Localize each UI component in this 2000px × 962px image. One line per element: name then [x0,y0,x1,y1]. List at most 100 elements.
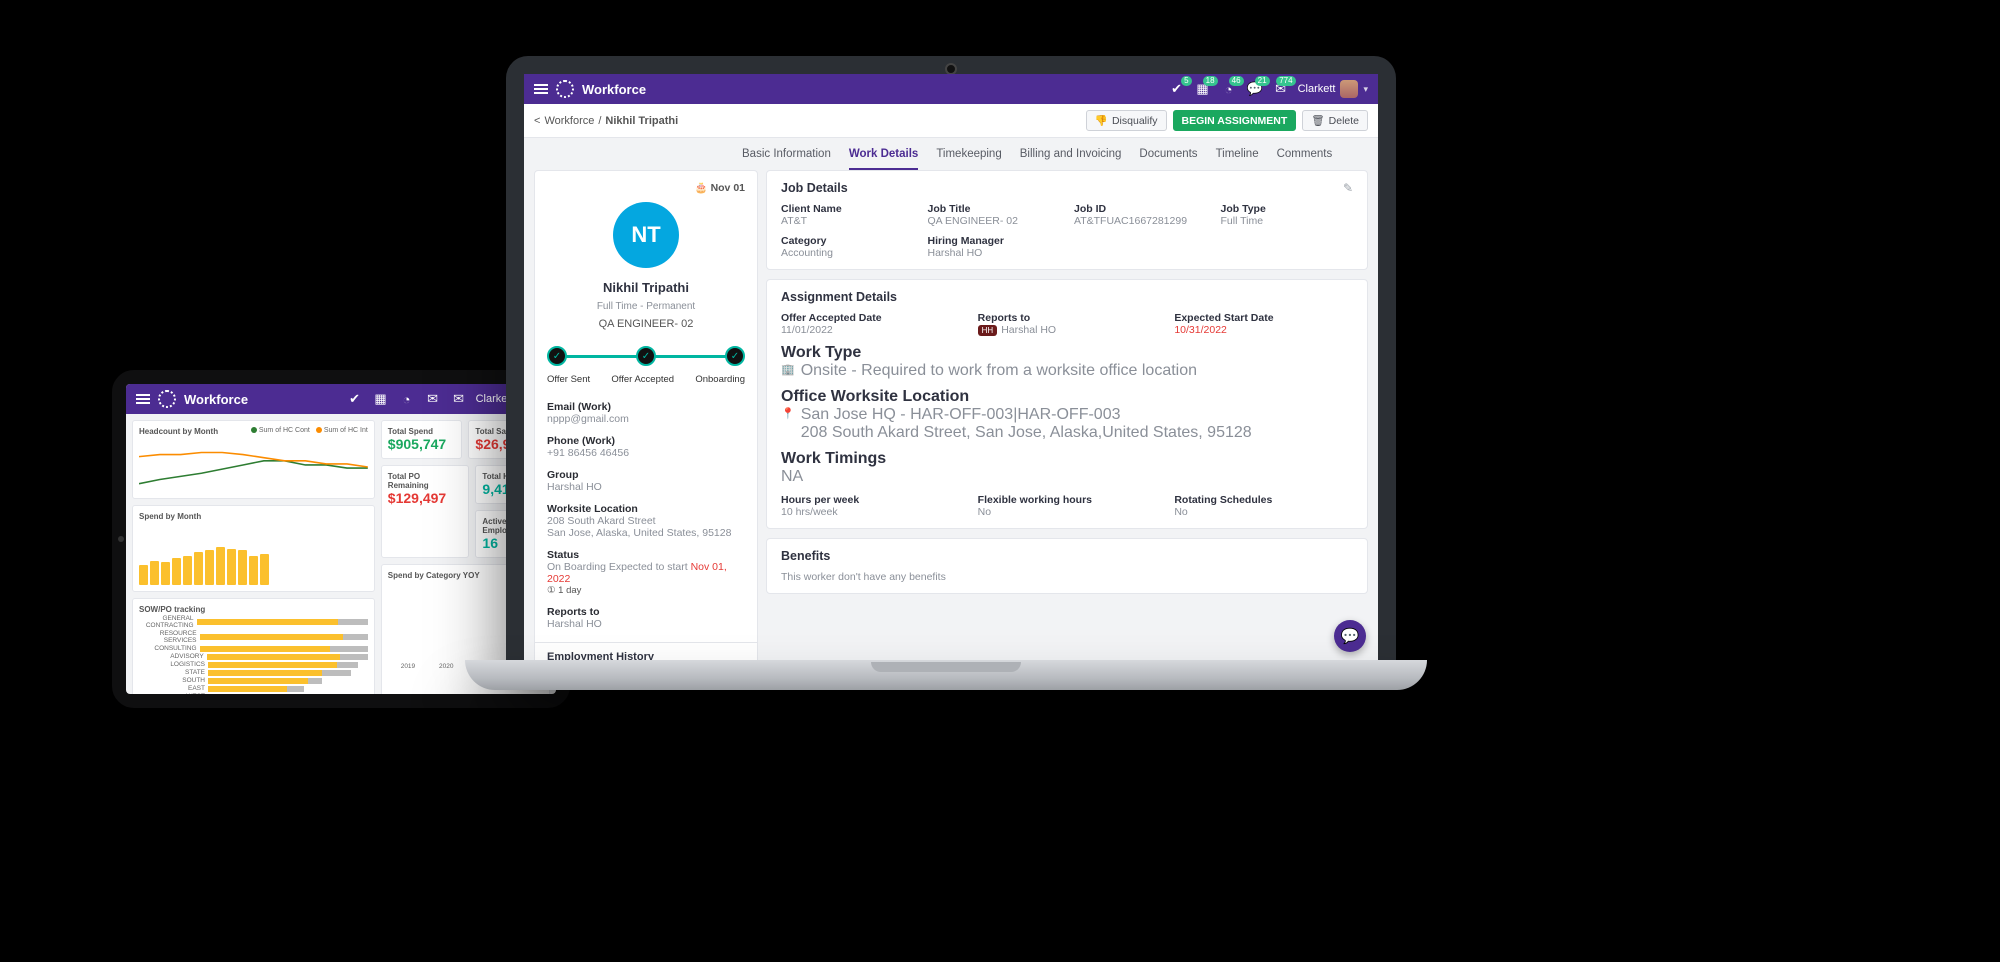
field-value: QA ENGINEER- 02 [928,215,1061,227]
tab-work-details[interactable]: Work Details [849,144,918,170]
field-label: Office Worksite Location [781,388,1353,406]
app-title: Workforce [184,392,248,407]
sow-chart-card: SOW/PO tracking GENERAL CONTRACTINGRESOU… [132,598,375,694]
clock-icon[interactable]: ◔46 [1220,80,1238,98]
tasks-icon[interactable]: ✔5 [1168,80,1186,98]
tasks-icon[interactable]: ✔ [346,390,364,408]
header-icons: ✔5 ▦18 ◔46 💬21 ✉774 [1168,80,1290,98]
card-title: Job Details [781,181,848,195]
sow-row: LOGISTICS [139,661,368,668]
tab-comments[interactable]: Comments [1277,144,1333,170]
field-value: NA [781,468,1353,486]
field-value: Harshal HO [547,618,745,630]
breadcrumb-bar: < Workforce / Nikhil Tripathi 👎Disqualif… [524,104,1378,138]
sow-row: ADVISORY [139,653,368,660]
field-value: +91 86456 46456 [547,447,745,459]
laptop-mockup: Workforce ✔5 ▦18 ◔46 💬21 ✉774 Clarkett ▾ [506,56,1396,690]
assignment-details-card: Assignment Details Offer Accepted Date11… [766,279,1368,529]
clock-icon[interactable]: ◔ [398,390,416,408]
status-ago: ① 1 day [547,585,745,596]
chart-title: SOW/PO tracking [139,605,368,614]
tablet-camera [118,536,124,542]
delete-button[interactable]: 🗑Delete [1302,110,1368,131]
tab-basic-information[interactable]: Basic Information [742,144,831,170]
field-label: Expected Start Date [1174,312,1353,324]
step-node: ✓ [725,346,745,366]
avatar [1340,80,1358,98]
step-node: ✓ [636,346,656,366]
profile-card: 🎂 Nov 01 NT Nikhil Tripathi Full Time - … [534,170,758,664]
field-label: Phone (Work) [547,435,745,447]
kpi-value: $905,747 [388,436,456,452]
chat-fab[interactable]: 💬 [1334,620,1366,652]
field-value: 10/31/2022 [1174,324,1353,336]
field-value: Harshal HO [547,481,745,493]
tablet-mockup: Workforce ✔ ▦ ◔ ✉ ✉ Clarkett ▾ [112,370,570,708]
begin-assignment-button[interactable]: BEGIN ASSIGNMENT [1173,110,1297,131]
disqualify-button[interactable]: 👎Disqualify [1086,110,1167,131]
field-value: No [978,506,1157,518]
avatar-chip: HH [978,325,998,336]
field-label: Job ID [1074,203,1207,215]
profile-name: Nikhil Tripathi [547,280,745,295]
sow-row: RESOURCE SERVICES [139,630,368,644]
field-label: Rotating Schedules [1174,494,1353,506]
field-value: 208 South Akard StreetSan Jose, Alaska, … [547,515,745,539]
calendar-icon[interactable]: ▦18 [1194,80,1212,98]
breadcrumb[interactable]: < Workforce / Nikhil Tripathi [534,115,678,127]
benefits-empty: This worker don't have any benefits [781,571,1353,583]
mail-icon[interactable]: ✉ [450,390,468,408]
tablet-appbar: Workforce ✔ ▦ ◔ ✉ ✉ Clarkett ▾ [126,384,556,414]
calendar-icon[interactable]: ▦ [372,390,390,408]
field-value: nppp@gmail.com [547,413,745,425]
appbar: Workforce ✔5 ▦18 ◔46 💬21 ✉774 Clarkett ▾ [524,74,1378,104]
tab-timekeeping[interactable]: Timekeeping [936,144,1001,170]
menu-icon[interactable] [136,394,150,404]
kpi-total-spend: Total Spend $905,747 [381,420,463,459]
job-details-card: Job Details ✎ Client NameAT&T Job TitleQ… [766,170,1368,270]
field-value: 11/01/2022 [781,324,960,336]
field-value: Harshal HO [928,247,1061,259]
field-value: On Boarding Expected to start Nov 01, 20… [547,561,745,585]
tab-timeline[interactable]: Timeline [1216,144,1259,170]
mail-icon[interactable]: ✉774 [1272,80,1290,98]
field-label: Group [547,469,745,481]
field-label: Offer Accepted Date [781,312,960,324]
field-label: Work Type [781,344,1353,362]
chevron-down-icon: ▾ [1363,84,1368,95]
spend-bar-chart [139,525,368,585]
breadcrumb-root[interactable]: Workforce [544,115,594,127]
sow-row: CONSULTING [139,645,368,652]
chat-icon[interactable]: ✉ [424,390,442,408]
field-label: Email (Work) [547,401,745,413]
field-label: Job Title [928,203,1061,215]
chart-legend: Sum of HC Cont Sum of HC Int [251,427,368,436]
field-value: Onsite - Required to work from a worksit… [801,362,1197,380]
card-title: Benefits [781,549,830,563]
edit-icon[interactable]: ✎ [1343,181,1353,195]
field-label: Work Timings [781,450,1353,468]
back-icon[interactable]: < [534,115,540,127]
breadcrumb-current: Nikhil Tripathi [605,115,678,127]
user-menu[interactable]: Clarkett ▾ [1298,80,1368,98]
tab-documents[interactable]: Documents [1139,144,1197,170]
sow-row: GENERAL CONTRACTING [139,615,368,629]
menu-icon[interactable] [534,84,548,94]
profile-avatar: NT [613,202,679,268]
chart-title: Spend by Month [139,512,368,521]
tablet-screen: Workforce ✔ ▦ ◔ ✉ ✉ Clarkett ▾ [126,384,556,694]
headcount-line-chart [139,440,368,492]
field-value: AT&T [781,215,914,227]
chat-icon[interactable]: 💬21 [1246,80,1264,98]
onboarding-stepper: ✓ ✓ ✓ [547,346,745,366]
spend-chart-card: Spend by Month [132,505,375,592]
username: Clarkett [1298,83,1336,95]
thumbs-down-icon: 👎 [1095,114,1108,127]
field-value: 10 hrs/week [781,506,960,518]
tab-billing-and-invoicing[interactable]: Billing and Invoicing [1020,144,1122,170]
kpi-value: $129,497 [388,490,463,506]
field-label: Hiring Manager [928,235,1061,247]
logo-icon [556,80,574,98]
dob-badge: 🎂 Nov 01 [547,181,745,194]
trash-icon: 🗑 [1311,114,1324,127]
